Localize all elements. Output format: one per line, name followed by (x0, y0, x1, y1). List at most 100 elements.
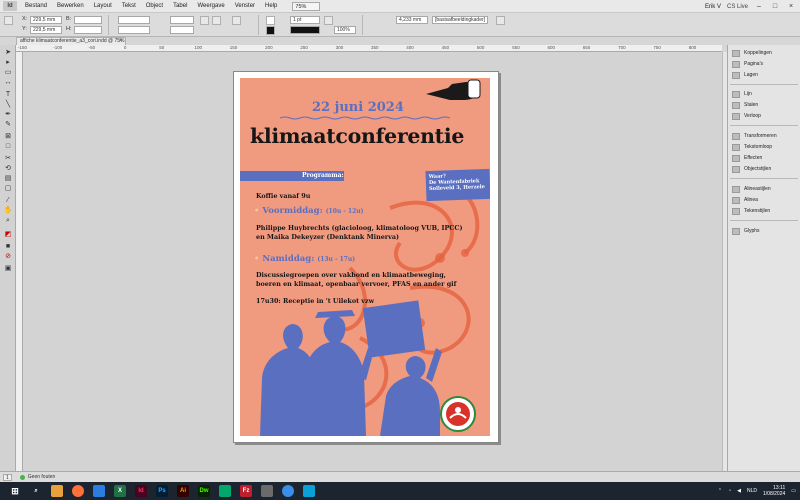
volume-icon[interactable]: ◀ (737, 488, 741, 494)
gap-tool-icon[interactable]: ↔ (3, 78, 13, 87)
stroke-weight-field[interactable]: 1 pt (290, 16, 320, 24)
tab-close-icon[interactable]: × (119, 38, 122, 45)
line-tool-icon[interactable]: ╲ (3, 100, 13, 109)
frame-style-select[interactable]: [basisafbeeldingkader] (432, 16, 488, 24)
menu-venster[interactable]: Venster (230, 3, 260, 9)
panel-paginas[interactable]: Pagina's (732, 59, 763, 69)
shear-field[interactable] (170, 26, 194, 34)
menu-object[interactable]: Object (141, 3, 168, 9)
hand-tool-icon[interactable]: ✋ (3, 206, 13, 215)
search-icon[interactable]: ⌕ (30, 485, 42, 497)
rotate-field[interactable] (170, 16, 194, 24)
panel-lagen[interactable]: Lagen (732, 70, 758, 80)
illustrator-icon[interactable]: Ai (177, 485, 189, 497)
menu-bestand[interactable]: Bestand (20, 3, 52, 9)
scale-x-field[interactable] (118, 16, 150, 24)
indesign-taskbar-icon[interactable]: Id (135, 485, 147, 497)
screen-mode-icon[interactable]: ▣ (3, 264, 13, 273)
gradient-tool-icon[interactable]: ▤ (3, 174, 13, 183)
windows-start-icon[interactable]: ⊞ (9, 485, 21, 497)
panel-transformeren[interactable]: Transformeren (732, 131, 777, 141)
zoom-level-select[interactable]: 75% (292, 1, 321, 11)
scale-y-field[interactable] (118, 26, 150, 34)
size-field[interactable]: 4,233 mm (396, 16, 428, 24)
menu-help[interactable]: Help (260, 3, 282, 9)
app-icon-green[interactable] (219, 485, 231, 497)
menu-layout[interactable]: Layout (89, 3, 117, 9)
dreamweaver-icon[interactable]: Dw (198, 485, 210, 497)
user-menu[interactable]: Erik V (705, 4, 721, 10)
edge-icon[interactable] (282, 485, 294, 497)
eyedropper-tool-icon[interactable]: ⁄ (3, 196, 13, 205)
panel-tekstomloop[interactable]: Tekstomloop (732, 142, 772, 152)
opacity-field[interactable]: 100% (334, 26, 356, 34)
flip-vertical-icon[interactable] (212, 16, 221, 25)
x-field[interactable]: 229,5 mm (30, 16, 62, 24)
page-number-field[interactable]: 1 (3, 473, 12, 481)
y-field[interactable]: 229,5 mm (30, 26, 62, 34)
close-icon[interactable]: × (786, 3, 796, 10)
excel-icon[interactable]: X (114, 485, 126, 497)
pencil-tool-icon[interactable]: ✎ (3, 120, 13, 129)
scissors-tool-icon[interactable]: ✂ (3, 154, 13, 163)
panel-glyphs[interactable]: Glyphs (732, 226, 760, 236)
fill-swatch-icon[interactable] (266, 16, 275, 25)
apply-color-icon[interactable]: ■ (3, 242, 13, 251)
reference-point-icon[interactable] (4, 16, 13, 25)
transform-tool-icon[interactable]: ⟲ (3, 164, 13, 173)
direct-selection-tool-icon[interactable]: ▸ (3, 58, 13, 67)
panel-alineastijlen[interactable]: Alineastijlen (732, 184, 771, 194)
fit-content-icon[interactable] (496, 16, 505, 25)
note-tool-icon[interactable]: ▢ (3, 184, 13, 193)
minimize-icon[interactable]: – (754, 3, 764, 10)
rectangle-tool-icon[interactable]: □ (3, 142, 13, 151)
cs-live-button[interactable]: CS Live (727, 4, 748, 10)
rectangle-frame-tool-icon[interactable]: ⊠ (3, 132, 13, 141)
firefox-icon[interactable] (72, 485, 84, 497)
preflight-status-text[interactable]: Geen fouten (28, 474, 56, 480)
apply-none-icon[interactable]: ⊘ (3, 252, 13, 261)
menu-tekst[interactable]: Tekst (117, 3, 141, 9)
document-tab[interactable]: affiche klimaatconferentie_a3_cori.indd … (16, 37, 126, 45)
tray-arrow-icon[interactable]: ⌃ (718, 488, 722, 494)
panel-alinea[interactable]: Alinea (732, 195, 758, 205)
menu-tabel[interactable]: Tabel (168, 3, 192, 9)
width-field[interactable] (74, 16, 102, 24)
maximize-icon[interactable]: □ (770, 3, 780, 10)
network-icon[interactable]: ◔ (728, 488, 731, 494)
clock[interactable]: 13:11 1/08/2024 (763, 485, 785, 497)
panel-stalen[interactable]: Stalen (732, 100, 758, 110)
photoshop-icon[interactable]: Ps (156, 485, 168, 497)
layers-icon (732, 71, 740, 79)
panel-effecten[interactable]: Effecten (732, 153, 762, 163)
filezilla-icon[interactable]: Fz (240, 485, 252, 497)
pen-tool-icon[interactable]: ✒ (3, 110, 13, 119)
panel-lijn[interactable]: Lijn (732, 89, 752, 99)
poster-artwork[interactable]: 22 juni 2024 klimaatconferentie Programm… (240, 78, 490, 436)
app-icon-grey[interactable] (261, 485, 273, 497)
effects-icon[interactable] (324, 16, 333, 25)
page-tool-icon[interactable]: ▭ (3, 68, 13, 77)
mail-icon[interactable] (93, 485, 105, 497)
menu-bewerken[interactable]: Bewerken (52, 3, 89, 9)
type-tool-icon[interactable]: T (3, 90, 13, 99)
app-icon-blue[interactable] (303, 485, 315, 497)
language-indicator[interactable]: NLD (747, 488, 757, 494)
zoom-tool-icon[interactable]: ⌕ (3, 216, 13, 225)
panel-objectstijlen[interactable]: Objectstijlen (732, 164, 771, 174)
panel-koppelingen[interactable]: Koppelingen (732, 48, 772, 58)
stroke-swatch-icon[interactable] (266, 26, 275, 35)
flip-horizontal-icon[interactable] (200, 16, 209, 25)
select-container-icon[interactable] (232, 16, 241, 25)
fill-stroke-icon[interactable]: ◩ (3, 230, 13, 239)
panel-tekenstijlen[interactable]: Tekenstijlen (732, 206, 770, 216)
menu-weergave[interactable]: Weergave (192, 3, 229, 9)
height-field[interactable] (74, 26, 102, 34)
panel-verloop[interactable]: Verloop (732, 111, 761, 121)
vertical-ruler[interactable] (16, 52, 23, 472)
selection-tool-icon[interactable]: ➤ (3, 48, 13, 57)
stroke-type-field[interactable] (290, 26, 320, 34)
horizontal-ruler[interactable]: -150 -100 -50 0 50 100 150 200 250 300 350 400 450 50… (16, 45, 722, 52)
notifications-icon[interactable]: ▭ (791, 488, 796, 494)
file-explorer-icon[interactable] (51, 485, 63, 497)
